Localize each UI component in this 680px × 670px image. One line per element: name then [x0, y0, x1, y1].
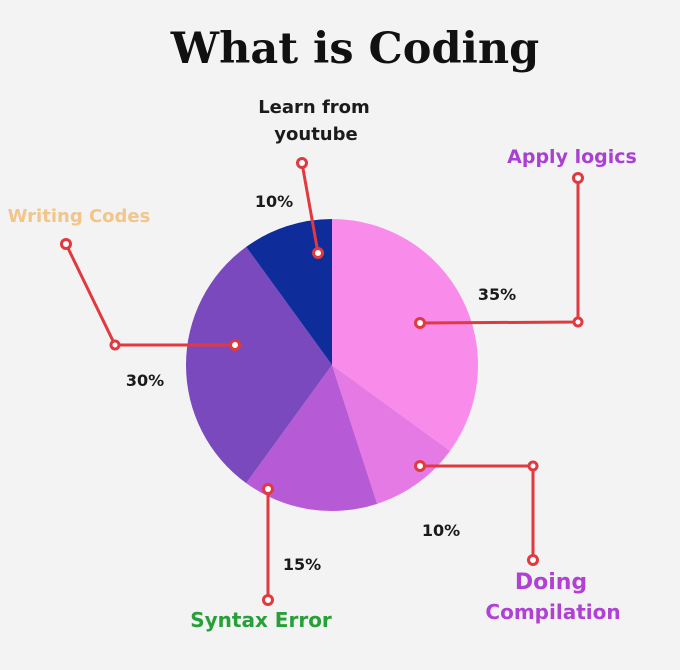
- category-label-doing-compilation: Doing: [515, 570, 587, 595]
- leader-dot-doing-compilation: [527, 460, 539, 472]
- value-label-writing-codes: 30%: [126, 371, 164, 390]
- category-label-apply-logics: Apply logics: [507, 146, 637, 168]
- category-label-syntax-error: Syntax Error: [190, 608, 332, 632]
- category-label-learn-from-youtube: youtube: [274, 124, 357, 145]
- value-label-learn-from-youtube: 10%: [255, 192, 293, 211]
- leader-dot-doing-compilation: [527, 554, 539, 566]
- leader-dot-syntax-error: [262, 483, 274, 495]
- value-label-apply-logics: 35%: [478, 285, 516, 304]
- leader-dot-writing-codes: [229, 339, 241, 351]
- leader-dot-syntax-error: [262, 594, 274, 606]
- leader-dot-doing-compilation: [414, 460, 426, 472]
- chart-canvas: What is Coding 35% Apply logics 10% Doing Co…: [0, 0, 680, 670]
- leader-dot-apply-logics: [572, 316, 584, 328]
- chart-title: What is Coding: [170, 24, 539, 74]
- leader-dot-apply-logics: [414, 317, 426, 329]
- value-label-syntax-error: 15%: [283, 555, 321, 574]
- leader-dot-writing-codes: [60, 238, 72, 250]
- leader-line-doing-compilation: [418, 464, 535, 562]
- category-label-writing-codes: Writing Codes: [8, 206, 151, 227]
- category-label-doing-compilation: Compilation: [485, 600, 620, 624]
- pie-chart: What is Coding 35% Apply logics 10% Doing Co…: [8, 24, 637, 632]
- category-label-learn-from-youtube: Learn from: [258, 97, 370, 118]
- leader-dot-apply-logics: [572, 172, 584, 184]
- leader-dot-learn-from-youtube: [296, 157, 308, 169]
- leader-dot-writing-codes: [109, 339, 121, 351]
- value-label-doing-compilation: 10%: [422, 521, 460, 540]
- leader-dot-learn-from-youtube: [312, 247, 324, 259]
